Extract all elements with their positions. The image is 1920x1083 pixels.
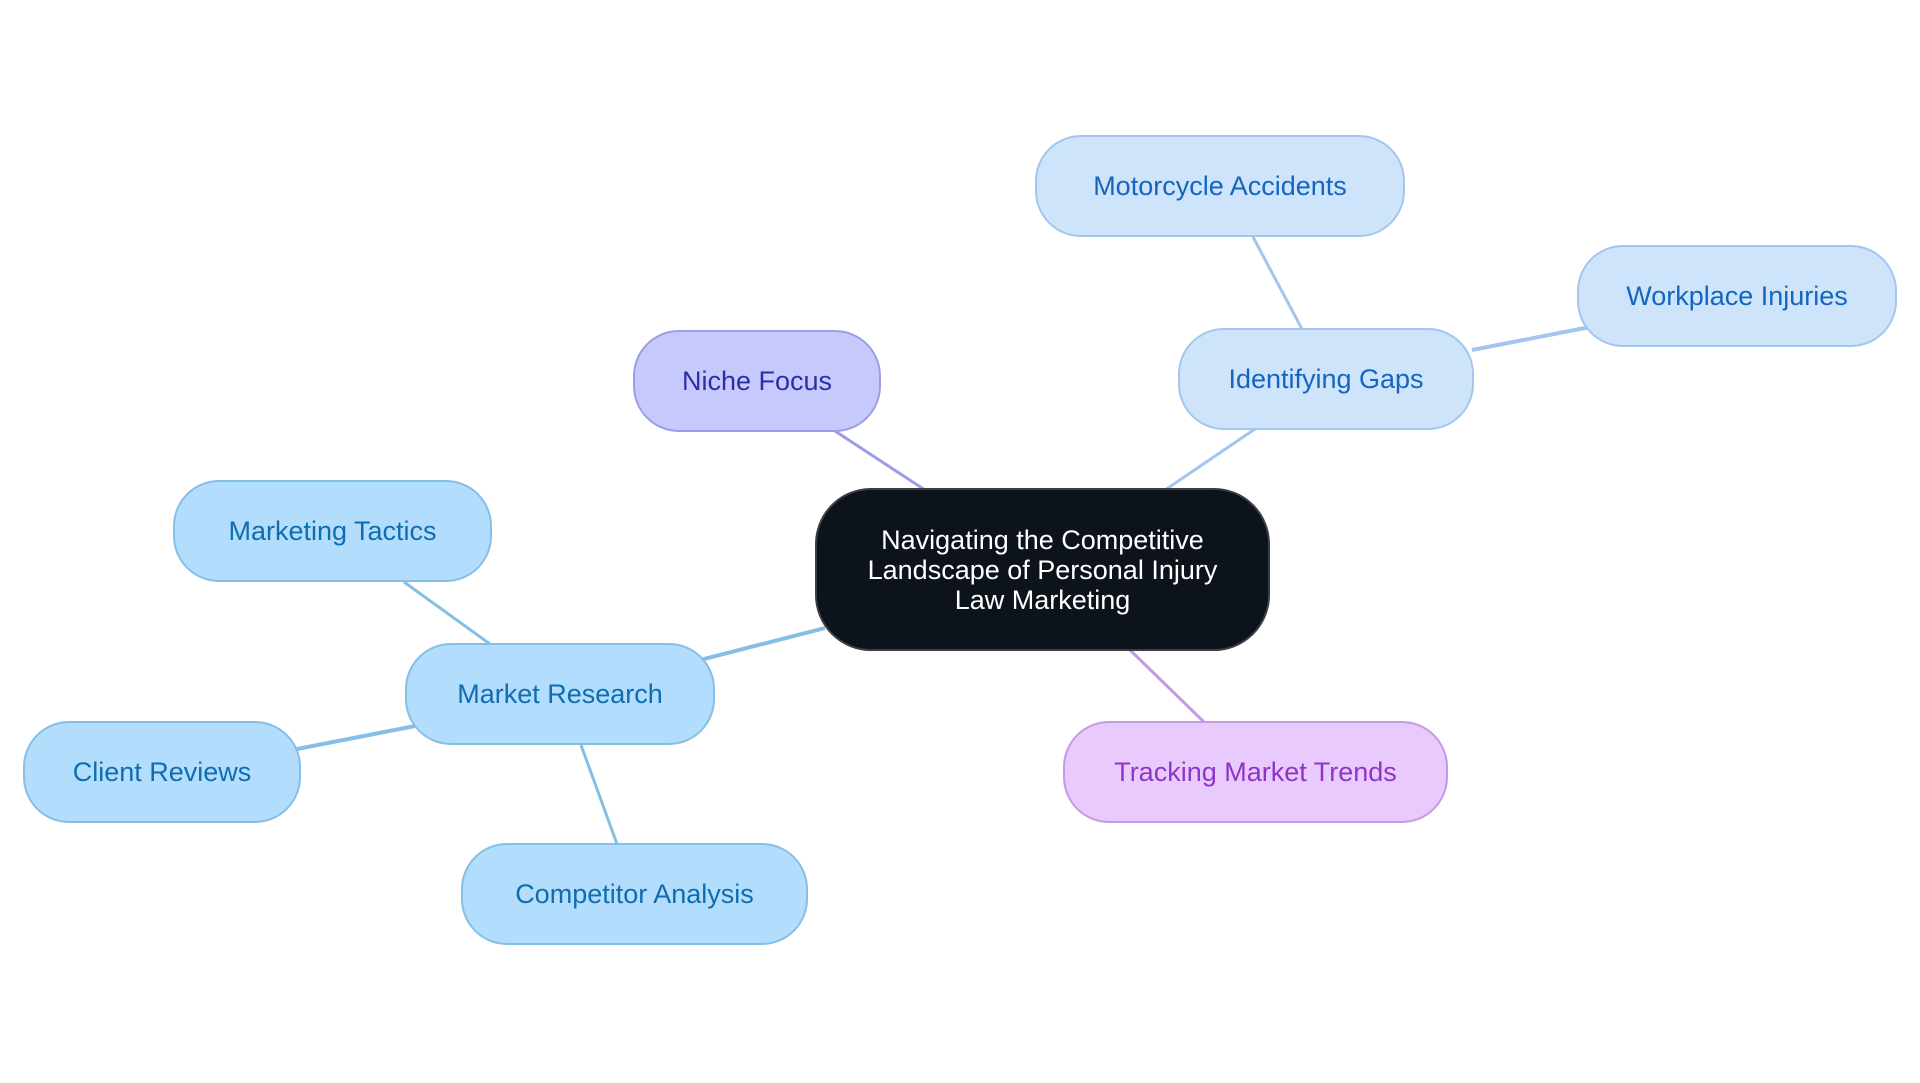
- edge-identifying-gaps-motorcycle-accidents: [1251, 236, 1304, 330]
- node-label: Niche Focus: [681, 366, 833, 396]
- node-label: Tracking Market Trends: [1114, 757, 1397, 787]
- node-client-reviews[interactable]: Client Reviews: [23, 721, 301, 823]
- node-label: Identifying Gaps: [1228, 364, 1424, 394]
- node-competitor-analysis[interactable]: Competitor Analysis: [461, 843, 808, 945]
- edge-market-research-marketing-tactics: [403, 580, 491, 646]
- edge-root-identifying-gaps: [1164, 427, 1256, 492]
- central-topic-node[interactable]: Navigating the Competitive Landscape of …: [815, 488, 1270, 651]
- edge-identifying-gaps-workplace-injuries: [1471, 325, 1591, 352]
- edge-root-market-research: [699, 626, 826, 662]
- edge-root-niche-focus: [834, 429, 926, 492]
- edge-market-research-competitor-analysis: [579, 744, 619, 845]
- node-label: Market Research: [457, 679, 663, 709]
- node-workplace-injuries[interactable]: Workplace Injuries: [1577, 245, 1897, 347]
- node-label: Client Reviews: [72, 757, 252, 787]
- node-niche-focus[interactable]: Niche Focus: [633, 330, 881, 432]
- node-marketing-tactics[interactable]: Marketing Tactics: [173, 480, 492, 582]
- node-identifying-gaps[interactable]: Identifying Gaps: [1178, 328, 1474, 430]
- central-topic-label: Navigating the Competitive Landscape of …: [867, 524, 1218, 615]
- node-label: Motorcycle Accidents: [1093, 171, 1347, 201]
- node-motorcycle-accidents[interactable]: Motorcycle Accidents: [1035, 135, 1405, 237]
- node-label: Competitor Analysis: [515, 879, 754, 909]
- edge-market-research-client-reviews: [291, 724, 416, 752]
- node-label: Marketing Tactics: [228, 516, 437, 546]
- edge-root-tracking-market-trends: [1128, 648, 1207, 725]
- node-label: Workplace Injuries: [1626, 281, 1848, 311]
- node-tracking-market-trends[interactable]: Tracking Market Trends: [1063, 721, 1448, 823]
- node-market-research[interactable]: Market Research: [405, 643, 715, 745]
